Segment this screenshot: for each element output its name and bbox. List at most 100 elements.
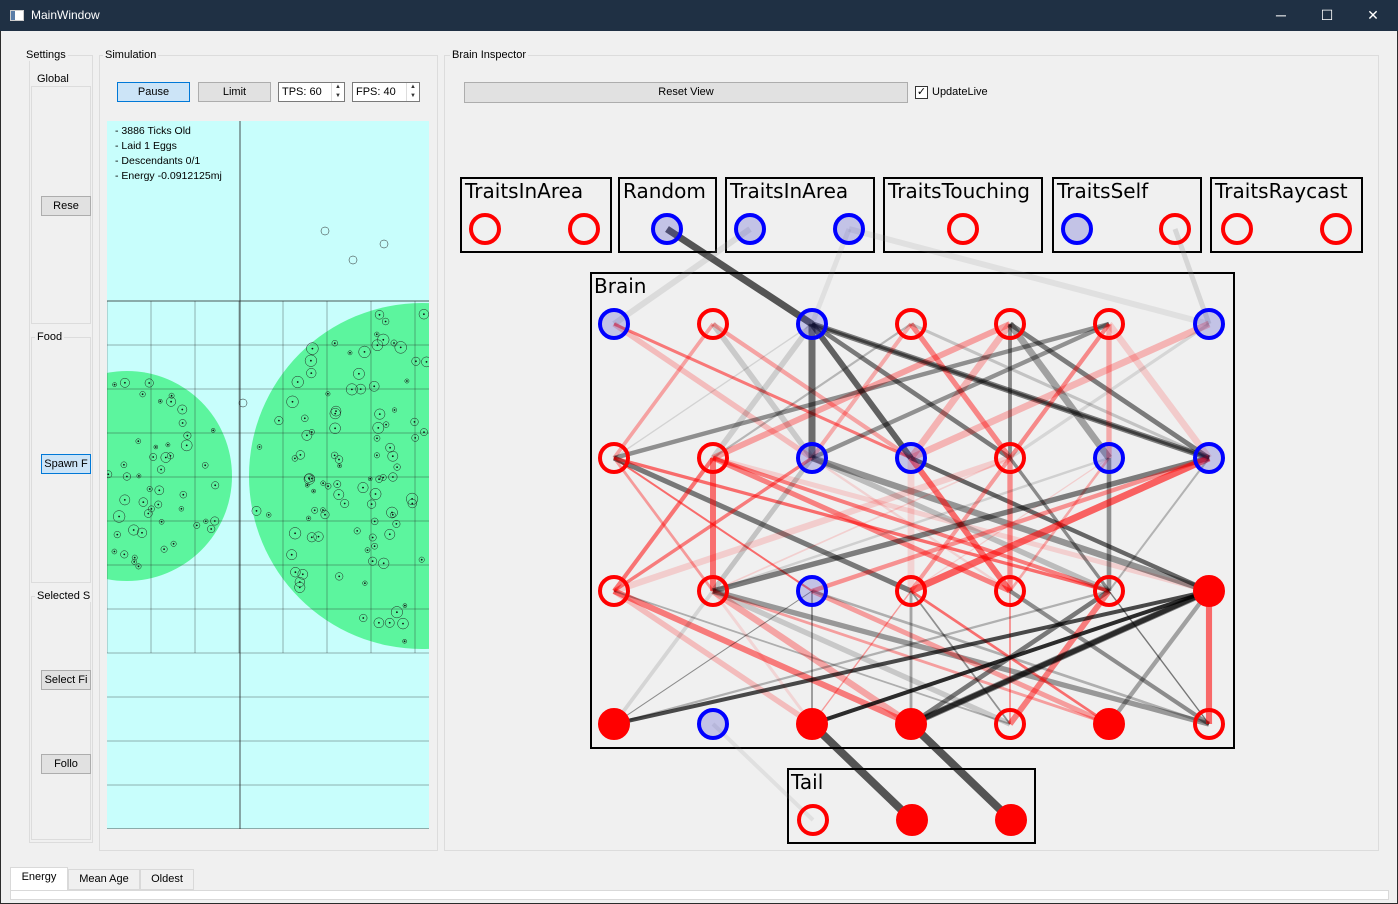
simulation-canvas[interactable]: - 3886 Ticks Old - Laid 1 Eggs - Descend… <box>107 121 429 829</box>
input-neuron[interactable] <box>947 213 979 245</box>
brain-neuron[interactable] <box>994 442 1026 474</box>
creature-dot <box>148 488 151 490</box>
update-live-checkbox[interactable]: ✓ <box>915 86 928 99</box>
creature-dot <box>378 313 381 316</box>
brain-neuron[interactable] <box>598 442 630 474</box>
fps-spinbox[interactable]: FPS: 40 ▲ ▼ <box>352 82 420 102</box>
brain-neuron[interactable] <box>796 308 828 340</box>
input-group-label: TraitsRaycast <box>1214 179 1348 203</box>
brain-neuron[interactable] <box>796 575 828 607</box>
brain-neuron[interactable] <box>1193 575 1225 607</box>
brain-neuron[interactable] <box>697 442 729 474</box>
brain-neuron[interactable] <box>1193 708 1225 740</box>
brain-neuron[interactable] <box>1193 308 1225 340</box>
creature-dot <box>423 313 425 316</box>
input-neuron[interactable] <box>1159 213 1191 245</box>
select-first-button[interactable]: Select Fi <box>41 670 91 690</box>
input-neuron[interactable] <box>469 213 501 245</box>
creature-dot <box>160 520 163 523</box>
creature-dot <box>147 512 150 515</box>
pause-button[interactable]: Pause <box>117 82 190 102</box>
tps-stepper-icon[interactable]: ▲ ▼ <box>331 83 344 101</box>
creature-dot <box>154 446 157 448</box>
main-client-area: Settings Global Rese Food Spawn F Select… <box>1 31 1397 903</box>
brain-neuron[interactable] <box>895 308 927 340</box>
input-neuron[interactable] <box>568 213 600 245</box>
limit-button[interactable]: Limit <box>198 82 271 102</box>
connection-line <box>1008 589 1211 726</box>
brain-neuron[interactable] <box>796 708 828 740</box>
input-neuron[interactable] <box>1320 213 1352 245</box>
creature-dot <box>391 513 394 516</box>
brain-neuron[interactable] <box>895 575 927 607</box>
creature-dot <box>385 423 387 426</box>
creature-dot <box>150 508 153 510</box>
tps-spinbox[interactable]: TPS: 60 ▲ ▼ <box>278 82 345 102</box>
creature-dot <box>123 499 126 501</box>
fps-value: FPS: 40 <box>356 86 396 98</box>
window-title: MainWindow <box>31 8 100 22</box>
creature-dot <box>334 412 337 415</box>
reset-view-button[interactable]: Reset View <box>464 82 908 103</box>
brain-neuron[interactable] <box>1093 442 1125 474</box>
close-button[interactable]: ✕ <box>1350 0 1396 31</box>
brain-neuron[interactable] <box>598 708 630 740</box>
minimize-button[interactable]: ─ <box>1258 0 1304 31</box>
brain-neuron[interactable] <box>1093 308 1125 340</box>
input-neuron[interactable] <box>1221 213 1253 245</box>
brain-neuron[interactable] <box>598 308 630 340</box>
brain-neuron[interactable] <box>1093 575 1125 607</box>
brain-neuron[interactable] <box>697 575 729 607</box>
creature-dot <box>343 502 346 505</box>
creature-dot <box>123 463 125 466</box>
creature-dot <box>164 456 167 459</box>
creature-dot <box>322 482 324 485</box>
reset-button[interactable]: Rese <box>41 196 91 216</box>
creature-dot <box>311 477 313 480</box>
input-neuron[interactable] <box>734 213 766 245</box>
input-neuron[interactable] <box>651 213 683 245</box>
creature-dot <box>138 475 140 477</box>
creature-dot <box>351 388 353 391</box>
input-neuron[interactable] <box>833 213 865 245</box>
tail-neuron[interactable] <box>797 804 829 836</box>
creature-dot <box>160 468 162 471</box>
creature-dot <box>376 344 379 347</box>
tab-energy[interactable]: Energy <box>10 867 68 891</box>
creature-dot <box>255 510 258 512</box>
creature-dot <box>186 434 189 437</box>
brain-neuron[interactable] <box>598 575 630 607</box>
brain-neuron[interactable] <box>697 308 729 340</box>
fps-stepper-icon[interactable]: ▲ ▼ <box>406 83 419 101</box>
brain-neuron[interactable] <box>994 708 1026 740</box>
input-neuron[interactable] <box>1061 213 1093 245</box>
brain-neuron[interactable] <box>994 308 1026 340</box>
creature-dot <box>212 429 215 432</box>
brain-neuron[interactable] <box>796 442 828 474</box>
brain-neuron[interactable] <box>1193 442 1225 474</box>
creature-dot <box>411 502 414 505</box>
brain-neuron[interactable] <box>1093 708 1125 740</box>
spawn-food-button[interactable]: Spawn F <box>41 454 91 474</box>
creature-dot <box>133 561 136 563</box>
simulation-world[interactable] <box>107 121 429 829</box>
tail-neuron[interactable] <box>896 804 928 836</box>
creature-dot <box>333 342 336 345</box>
brain-neuron[interactable] <box>895 442 927 474</box>
brain-neuron[interactable] <box>994 575 1026 607</box>
creature-dot <box>373 385 376 388</box>
creature-dot <box>298 581 301 583</box>
follow-button[interactable]: Follo <box>41 754 91 774</box>
tab-mean-age[interactable]: Mean Age <box>68 869 140 890</box>
brain-graph[interactable]: TraitsInArea Random TraitsInArea TraitsTouc… <box>445 121 1379 851</box>
brain-neuron[interactable] <box>697 708 729 740</box>
creature-dot <box>306 434 308 437</box>
info-energy: - Energy -0.0912125mj <box>115 170 222 182</box>
tab-oldest[interactable]: Oldest <box>140 869 194 890</box>
brain-neuron[interactable] <box>895 708 927 740</box>
creature-dot <box>362 486 364 489</box>
food-title: Food <box>35 331 65 343</box>
creature-marker <box>348 255 358 265</box>
tail-neuron[interactable] <box>995 804 1027 836</box>
maximize-button[interactable]: ☐ <box>1304 0 1350 31</box>
